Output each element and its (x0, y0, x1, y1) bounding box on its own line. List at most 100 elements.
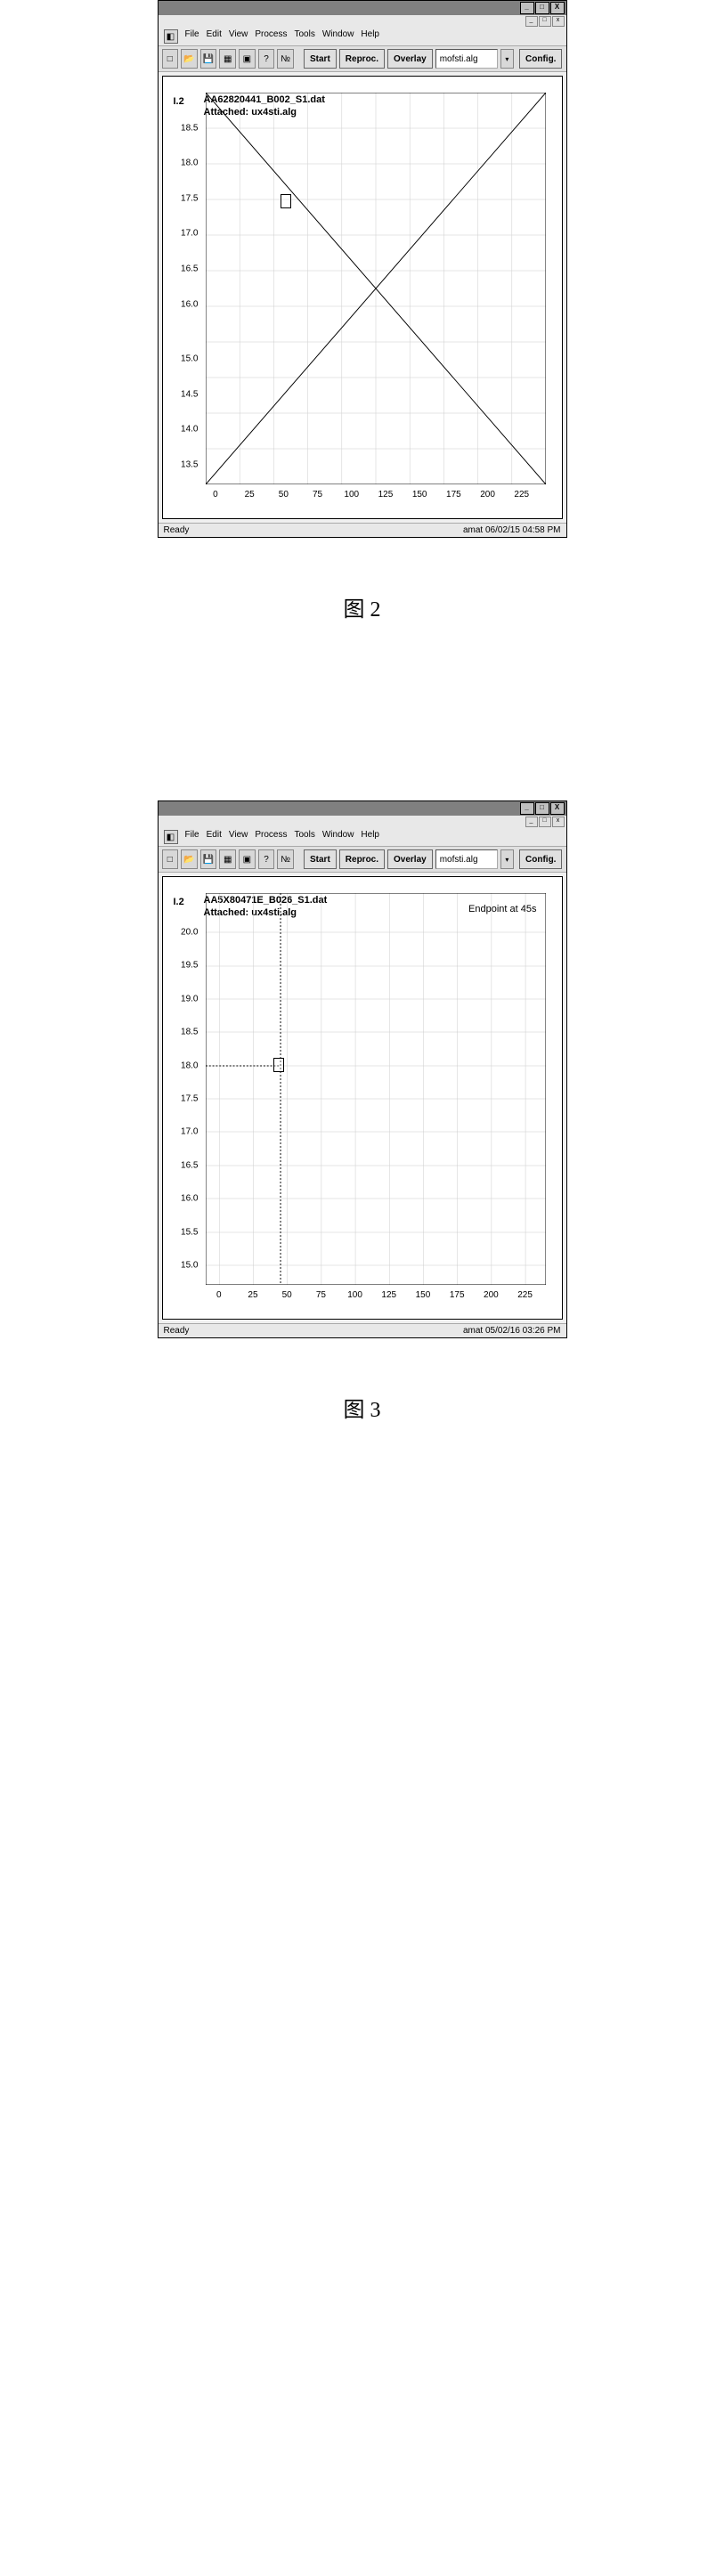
mdi-min-icon[interactable]: _ (525, 817, 538, 827)
menu-process[interactable]: Process (255, 29, 287, 44)
menu-tools[interactable]: Tools (294, 830, 314, 844)
mdi-restore-icon[interactable]: □ (539, 817, 551, 827)
mdi-controls: _ □ x (159, 816, 566, 828)
y-tick: 17.5 (181, 193, 198, 203)
app-icon: ◧ (164, 830, 178, 844)
open-icon[interactable]: 📂 (181, 849, 198, 869)
save-icon[interactable]: 💾 (200, 849, 217, 869)
mdi-restore-icon[interactable]: □ (539, 16, 551, 27)
y-tick: 14.0 (181, 425, 198, 435)
y-tick: 18.5 (181, 123, 198, 133)
y-tick: 20.0 (181, 928, 198, 938)
chevron-down-icon[interactable]: ▾ (500, 849, 514, 869)
x-tick: 200 (484, 1290, 499, 1300)
y-tick: 15.5 (181, 1227, 198, 1237)
close-icon[interactable]: X (550, 802, 565, 815)
menu-tools[interactable]: Tools (294, 29, 314, 44)
x-tick: 175 (446, 490, 461, 500)
x-tick: 75 (316, 1290, 326, 1300)
y-tick: 15.0 (181, 354, 198, 364)
mdi-close-icon[interactable]: x (552, 817, 565, 827)
menu-file[interactable]: File (185, 830, 199, 844)
app-window-fig2: _ □ X _ □ x ◧ File Edit View Process Too… (158, 0, 567, 538)
toolbar: □ 📂 💾 ▦ ▣ ? № Start Reproc. Overlay mofs… (159, 46, 566, 72)
start-button[interactable]: Start (304, 49, 337, 69)
app-window-fig3: _ □ X _ □ x ◧ File Edit View Process Too… (158, 800, 567, 1338)
y-tick: 18.5 (181, 1028, 198, 1037)
help-icon[interactable]: ? (258, 49, 275, 69)
print-icon[interactable]: ▦ (219, 49, 236, 69)
status-left: Ready (164, 525, 190, 535)
x-tick: 0 (213, 490, 218, 500)
menu-help[interactable]: Help (361, 29, 379, 44)
menu-file[interactable]: File (185, 29, 199, 44)
toolbar: □ 📂 💾 ▦ ▣ ? № Start Reproc. Overlay mofs… (159, 847, 566, 873)
x-tick: 150 (416, 1290, 431, 1300)
maximize-icon[interactable]: □ (535, 2, 549, 14)
copy-icon[interactable]: ▣ (239, 849, 256, 869)
mdi-controls: _ □ x (159, 15, 566, 28)
new-icon[interactable]: □ (162, 849, 179, 869)
minimize-icon[interactable]: _ (520, 2, 534, 14)
titlebar: _ □ X (159, 801, 566, 816)
minimize-icon[interactable]: _ (520, 802, 534, 815)
alg-dropdown[interactable]: mofsti.alg (435, 49, 498, 69)
reproc-button[interactable]: Reproc. (339, 849, 385, 869)
status-left: Ready (164, 1326, 190, 1336)
plot-frame: I.2 AA5X80471E_B026_S1.dat Attached: ux4… (162, 876, 563, 1320)
menu-view[interactable]: View (229, 830, 248, 844)
close-icon[interactable]: X (550, 2, 565, 14)
menu-window[interactable]: Window (322, 830, 354, 844)
new-icon[interactable]: □ (162, 49, 179, 69)
titlebar: _ □ X (159, 1, 566, 15)
menubar: ◧ File Edit View Process Tools Window He… (159, 28, 566, 46)
menubar: ◧ File Edit View Process Tools Window He… (159, 828, 566, 847)
alg-dropdown[interactable]: mofsti.alg (435, 849, 498, 869)
overlay-button[interactable]: Overlay (387, 849, 433, 869)
y-tick: 17.0 (181, 1127, 198, 1137)
x-tick: 150 (412, 490, 427, 500)
maximize-icon[interactable]: □ (535, 802, 549, 815)
chevron-down-icon[interactable]: ▾ (500, 49, 514, 69)
y-tick: 14.5 (181, 389, 198, 399)
y-tick: 18.0 (181, 1060, 198, 1070)
print-icon[interactable]: ▦ (219, 849, 236, 869)
open-icon[interactable]: 📂 (181, 49, 198, 69)
mdi-close-icon[interactable]: x (552, 16, 565, 27)
mdi-min-icon[interactable]: _ (525, 16, 538, 27)
reproc-button[interactable]: Reproc. (339, 49, 385, 69)
about-icon[interactable]: № (277, 849, 294, 869)
x-axis: 0 25 50 75 100 125 150 175 200 225 (206, 490, 546, 504)
status-right: amat 06/02/15 04:58 PM (463, 525, 561, 535)
menu-help[interactable]: Help (361, 830, 379, 844)
y-tick: 16.0 (181, 299, 198, 309)
x-tick: 200 (480, 490, 495, 500)
chart-area (206, 93, 546, 484)
statusbar: Ready amat 05/02/16 03:26 PM (159, 1323, 566, 1337)
y-tick: 19.0 (181, 994, 198, 1004)
y-axis: 20.0 19.5 19.0 18.5 18.0 17.5 17.0 16.5 … (170, 893, 202, 1285)
menu-view[interactable]: View (229, 29, 248, 44)
overlay-button[interactable]: Overlay (387, 49, 433, 69)
menu-edit[interactable]: Edit (207, 830, 222, 844)
menu-edit[interactable]: Edit (207, 29, 222, 44)
save-icon[interactable]: 💾 (200, 49, 217, 69)
help-icon[interactable]: ? (258, 849, 275, 869)
copy-icon[interactable]: ▣ (239, 49, 256, 69)
y-axis: 18.5 18.0 17.5 17.0 16.5 16.0 15.0 14.5 … (170, 93, 202, 484)
x-tick: 25 (245, 490, 255, 500)
start-button[interactable]: Start (304, 849, 337, 869)
config-button[interactable]: Config. (519, 49, 562, 69)
about-icon[interactable]: № (277, 49, 294, 69)
status-right: amat 05/02/16 03:26 PM (463, 1326, 561, 1336)
cursor-marker (281, 194, 291, 208)
menu-process[interactable]: Process (255, 830, 287, 844)
cursor-marker (273, 1058, 284, 1072)
statusbar: Ready amat 06/02/15 04:58 PM (159, 523, 566, 537)
x-tick: 225 (517, 1290, 533, 1300)
config-button[interactable]: Config. (519, 849, 562, 869)
y-tick: 17.0 (181, 229, 198, 239)
menu-window[interactable]: Window (322, 29, 354, 44)
y-tick: 16.0 (181, 1194, 198, 1204)
x-tick: 75 (313, 490, 322, 500)
